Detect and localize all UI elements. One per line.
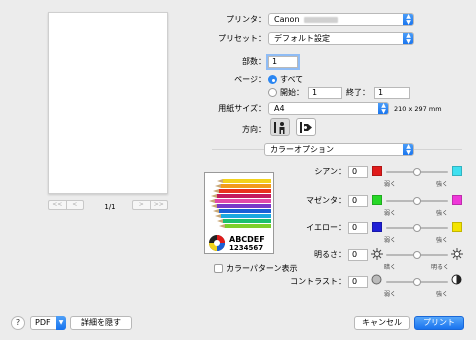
sun-dim-icon bbox=[371, 248, 383, 260]
yellow-low-label: 弱く bbox=[384, 237, 397, 244]
printer-model-redacted bbox=[303, 16, 338, 23]
landscape-button[interactable] bbox=[296, 118, 316, 136]
next-page-button[interactable]: > bbox=[133, 201, 150, 209]
orientation-label: 方向： bbox=[242, 125, 266, 134]
magenta-high-swatch bbox=[452, 195, 462, 205]
printer-select[interactable]: Canon ▲ ▼ bbox=[268, 13, 414, 26]
contrast-high-label: 強く bbox=[436, 291, 449, 298]
cyan-slider-knob[interactable] bbox=[413, 168, 421, 176]
yellow-slider-knob[interactable] bbox=[413, 224, 421, 232]
section-select[interactable]: カラーオプション ▲ ▼ bbox=[264, 143, 414, 156]
contrast-slider-knob[interactable] bbox=[413, 278, 421, 286]
yellow-input[interactable]: 0 bbox=[348, 222, 368, 234]
printer-value: Canon bbox=[274, 15, 300, 24]
cyan-high-swatch bbox=[452, 166, 462, 176]
brightness-high-label: 明るく bbox=[431, 264, 450, 271]
print-preview bbox=[48, 12, 168, 194]
pages-to-label: 終了： bbox=[346, 88, 370, 97]
magenta-low-swatch bbox=[372, 195, 382, 205]
contrast-input[interactable]: 0 bbox=[348, 276, 368, 288]
prev-page-button[interactable]: < bbox=[65, 201, 84, 209]
magenta-label: マゼンタ： bbox=[306, 196, 346, 205]
yellow-high-swatch bbox=[452, 222, 462, 232]
cyan-high-label: 強く bbox=[436, 181, 449, 188]
chevron-updown-icon: ▲ ▼ bbox=[378, 103, 388, 114]
pages-label: ページ： bbox=[234, 75, 266, 84]
color-pattern-label: カラーパターン表示 bbox=[226, 264, 298, 273]
cyan-label: シアン： bbox=[314, 167, 346, 176]
first-page-button[interactable]: << bbox=[49, 201, 66, 209]
magenta-low-label: 弱く bbox=[384, 210, 397, 217]
portrait-icon bbox=[274, 122, 285, 134]
copies-input[interactable]: 1 bbox=[268, 56, 298, 68]
pages-to-input[interactable]: 1 bbox=[374, 87, 410, 99]
magenta-input[interactable]: 0 bbox=[348, 195, 368, 207]
brightness-low-label: 暗く bbox=[384, 264, 397, 271]
last-page-button[interactable]: >> bbox=[149, 201, 168, 209]
print-button[interactable]: プリント bbox=[414, 316, 464, 330]
sun-bright-icon bbox=[451, 248, 463, 260]
chevron-updown-icon: ▲ ▼ bbox=[403, 33, 413, 44]
printer-label: プリンタ： bbox=[226, 15, 266, 24]
page-indicator: 1/1 bbox=[104, 203, 116, 211]
pdf-label: PDF bbox=[35, 318, 51, 327]
paper-size-label: 用紙サイズ： bbox=[218, 104, 266, 113]
paper-size-select[interactable]: A4 ▲ ▼ bbox=[268, 102, 389, 115]
chevron-updown-icon: ▲ ▼ bbox=[403, 14, 413, 25]
pages-from-input[interactable]: 1 bbox=[308, 87, 342, 99]
color-preview-image: ABCDEF 1234567 bbox=[204, 172, 274, 254]
sample-text-letters: ABCDEF bbox=[229, 235, 265, 244]
preset-label: プリセット： bbox=[218, 34, 266, 43]
color-pattern-checkbox[interactable] bbox=[214, 264, 223, 273]
yellow-low-swatch bbox=[372, 222, 382, 232]
cyan-low-label: 弱く bbox=[384, 181, 397, 188]
magenta-high-label: 強く bbox=[436, 210, 449, 217]
landscape-icon bbox=[300, 122, 312, 133]
contrast-low-label: 弱く bbox=[384, 291, 397, 298]
cyan-input[interactable]: 0 bbox=[348, 166, 368, 178]
cancel-button[interactable]: キャンセル bbox=[354, 316, 410, 330]
chevron-down-icon: ▼ bbox=[56, 316, 66, 330]
sample-text-numbers: 1234567 bbox=[229, 244, 264, 252]
hide-details-button[interactable]: 詳細を隠す bbox=[70, 316, 132, 330]
preset-select[interactable]: デフォルト設定 ▲ ▼ bbox=[268, 32, 414, 45]
pages-range-radio[interactable] bbox=[268, 88, 277, 97]
paper-size-value: A4 bbox=[274, 104, 285, 113]
contrast-label: コントラスト： bbox=[290, 277, 346, 286]
preset-value: デフォルト設定 bbox=[274, 34, 330, 43]
help-button[interactable]: ? bbox=[11, 316, 25, 330]
contrast-high-icon bbox=[451, 274, 462, 285]
paper-dimensions: 210 x 297 mm bbox=[394, 105, 442, 113]
portrait-button[interactable] bbox=[270, 118, 290, 136]
copies-label: 部数： bbox=[242, 57, 266, 66]
pages-all-label: すべて bbox=[280, 75, 304, 84]
pages-all-radio[interactable] bbox=[268, 75, 277, 84]
brightness-slider-knob[interactable] bbox=[413, 251, 421, 259]
yellow-label: イエロー： bbox=[306, 223, 346, 232]
pager-back-group: << < bbox=[48, 200, 84, 210]
cyan-low-swatch bbox=[372, 166, 382, 176]
section-value: カラーオプション bbox=[270, 145, 334, 154]
magenta-slider-knob[interactable] bbox=[413, 197, 421, 205]
brightness-input[interactable]: 0 bbox=[348, 249, 368, 261]
pages-from-label: 開始： bbox=[280, 88, 304, 97]
chevron-updown-icon: ▲ ▼ bbox=[403, 144, 413, 155]
pdf-menu-button[interactable]: PDF ▼ bbox=[30, 316, 66, 330]
brightness-label: 明るさ： bbox=[314, 250, 346, 259]
yellow-high-label: 強く bbox=[436, 237, 449, 244]
contrast-low-icon bbox=[371, 274, 382, 285]
pager-forward-group: > >> bbox=[132, 200, 168, 210]
